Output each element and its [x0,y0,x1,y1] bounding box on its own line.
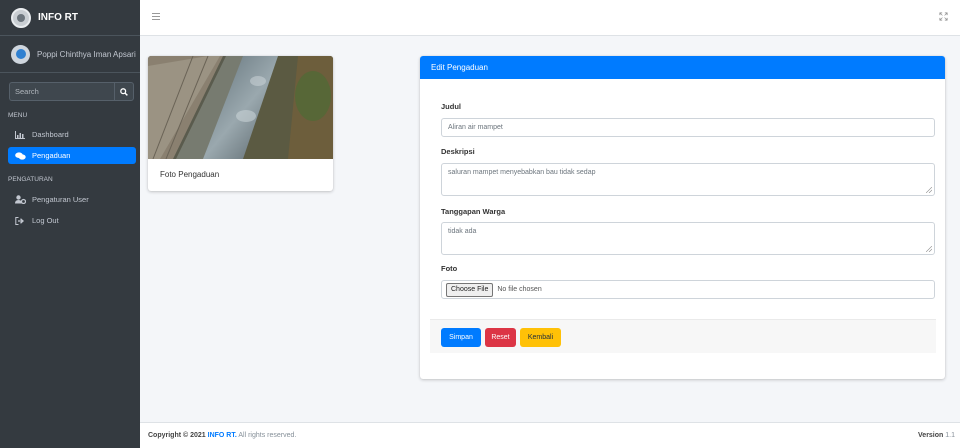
tanggapan-label: Tanggapan Warga [441,207,506,216]
nav-header-menu: MENU [8,112,28,119]
sidebar-search: Search [9,82,134,101]
complaint-photo [148,56,333,159]
footer-brand-link[interactable]: INFO RT. [208,432,237,439]
users-cog-icon [15,195,27,204]
brand-logo [11,7,31,28]
sign-out-icon [15,216,27,225]
nav-header-pengaturan: PENGATURAN [8,176,53,183]
menu-toggle-icon[interactable] [152,13,160,20]
deskripsi-textarea[interactable]: saluran mampet menyebabkan bau tidak sed… [441,163,935,196]
back-button[interactable]: Kembali [520,328,561,347]
brand-link[interactable]: INFO RT [0,0,140,36]
user-name: Poppi Chinthya Iman Apsari [37,49,136,59]
sidebar-item-pengaturan-user[interactable]: Pengaturan User [8,191,136,208]
version-label: Version [918,432,944,439]
choose-file-button[interactable]: Choose File [446,283,494,297]
chart-icon [15,130,27,139]
fullscreen-icon[interactable] [939,12,948,21]
judul-label: Judul [441,102,461,111]
card-footer: Simpan Reset Kembali [430,319,936,353]
sidebar-item-dashboard[interactable]: Dashboard [8,126,136,143]
search-icon [120,87,128,96]
reset-button[interactable]: Reset [485,328,516,347]
sidebar-item-label: Dashboard [32,130,69,139]
tanggapan-textarea[interactable]: tidak ada [441,222,935,255]
deskripsi-value: saluran mampet menyebabkan bau tidak sed… [448,169,596,176]
sidebar-item-label: Pengaturan User [32,195,89,204]
tanggapan-value: tidak ada [448,228,477,235]
avatar [11,44,30,64]
resize-handle-icon[interactable] [926,246,932,252]
photo-caption: Foto Pengaduan [160,170,220,179]
resize-handle-icon[interactable] [926,187,932,193]
brand-name: INFO RT [38,12,78,23]
sidebar-item-label: Log Out [32,216,59,225]
version-info: Version 1.1 [918,432,955,439]
copyright: Copyright © 2021 INFO RT. All rights res… [148,432,296,439]
sidebar-item-label: Pengaduan [32,151,71,160]
deskripsi-label: Deskripsi [441,147,475,156]
version-value: 1.1 [945,432,955,439]
photo-card: Foto Pengaduan [148,56,333,191]
file-status: No file chosen [497,286,542,293]
user-panel[interactable]: Poppi Chinthya Iman Apsari [0,36,140,73]
foto-label: Foto [441,264,458,273]
foto-file-input[interactable]: Choose File No file chosen [441,280,935,299]
search-button[interactable] [114,82,134,101]
top-navbar [140,0,960,36]
copyright-text: Copyright © 2021 [148,432,206,439]
save-button[interactable]: Simpan [441,328,481,347]
sidebar: INFO RT Poppi Chinthya Iman Apsari Searc… [0,0,140,448]
page-footer: Copyright © 2021 INFO RT. All rights res… [140,422,960,448]
comments-icon [15,151,27,160]
judul-input[interactable]: Aliran air mampet [441,118,935,137]
card-title: Edit Pengaduan [420,56,945,79]
edit-complaint-card: Edit Pengaduan Judul Aliran air mampet D… [420,56,945,379]
search-input[interactable]: Search [9,82,114,101]
sidebar-item-log-out[interactable]: Log Out [8,212,136,229]
rights-text: All rights reserved. [238,432,297,439]
sidebar-item-pengaduan[interactable]: Pengaduan [8,147,136,164]
